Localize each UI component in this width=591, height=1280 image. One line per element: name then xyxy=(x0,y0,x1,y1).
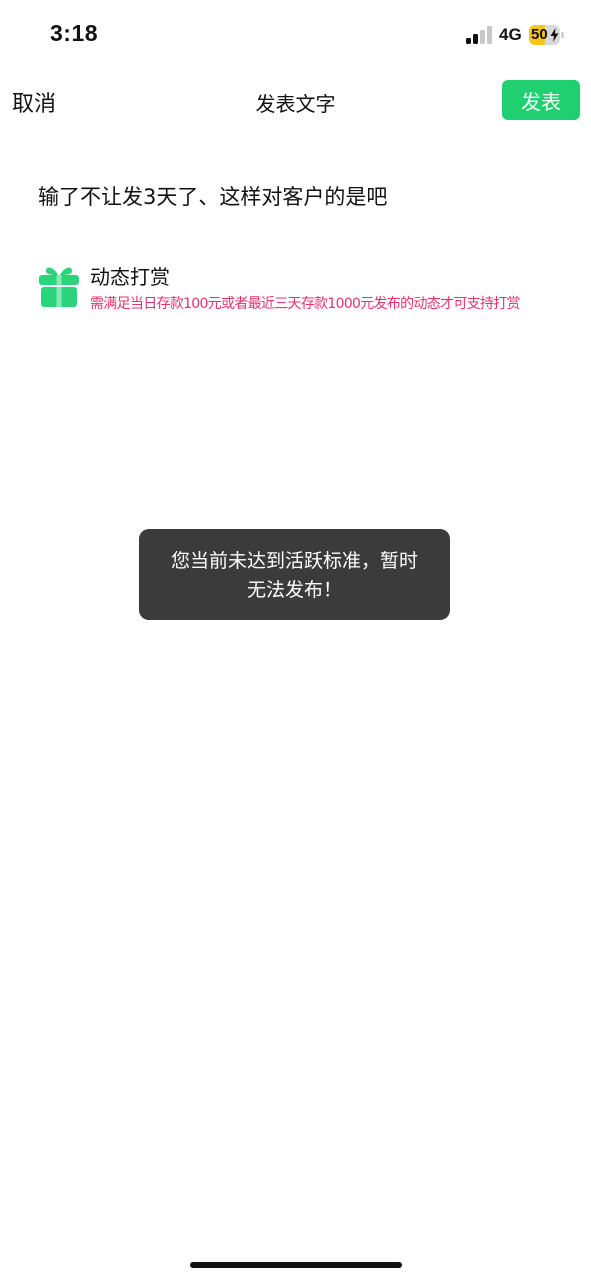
signal-bar xyxy=(466,38,471,44)
gift-icon xyxy=(39,267,79,307)
reward-note: 需满足当日存款100元或者最近三天存款1000元发布的动态才可支持打赏 xyxy=(90,296,521,312)
battery-level: 50 xyxy=(531,26,548,43)
status-time: 3:18 xyxy=(50,20,99,46)
signal-bar xyxy=(480,30,485,44)
post-editor-screen: 3:18 4G 50 取消 发表文字 发表 输了不让发3天了、这样对客户的是吧 xyxy=(0,0,591,1280)
signal-bar xyxy=(487,26,492,44)
status-bar: 3:18 4G 50 xyxy=(0,0,591,70)
publish-button[interactable]: 发表 xyxy=(502,80,580,120)
toast-message: 您当前未达到活跃标准，暂时 无法发布！ xyxy=(139,529,450,620)
battery-body: 50 xyxy=(529,25,560,45)
toast-line-1: 您当前未达到活跃标准，暂时 xyxy=(170,550,418,572)
toast-line-2: 无法发布！ xyxy=(246,579,342,601)
network-type: 4G xyxy=(499,25,522,44)
signal-bar xyxy=(473,34,478,44)
signal-strength-icon xyxy=(466,26,492,44)
battery-icon: 50 xyxy=(529,25,564,45)
battery-nub xyxy=(561,32,564,38)
charging-bolt-icon xyxy=(550,28,559,42)
home-indicator[interactable] xyxy=(190,1262,402,1268)
reward-title: 动态打赏 xyxy=(90,265,170,289)
post-text-input[interactable]: 输了不让发3天了、这样对客户的是吧 xyxy=(38,181,387,211)
